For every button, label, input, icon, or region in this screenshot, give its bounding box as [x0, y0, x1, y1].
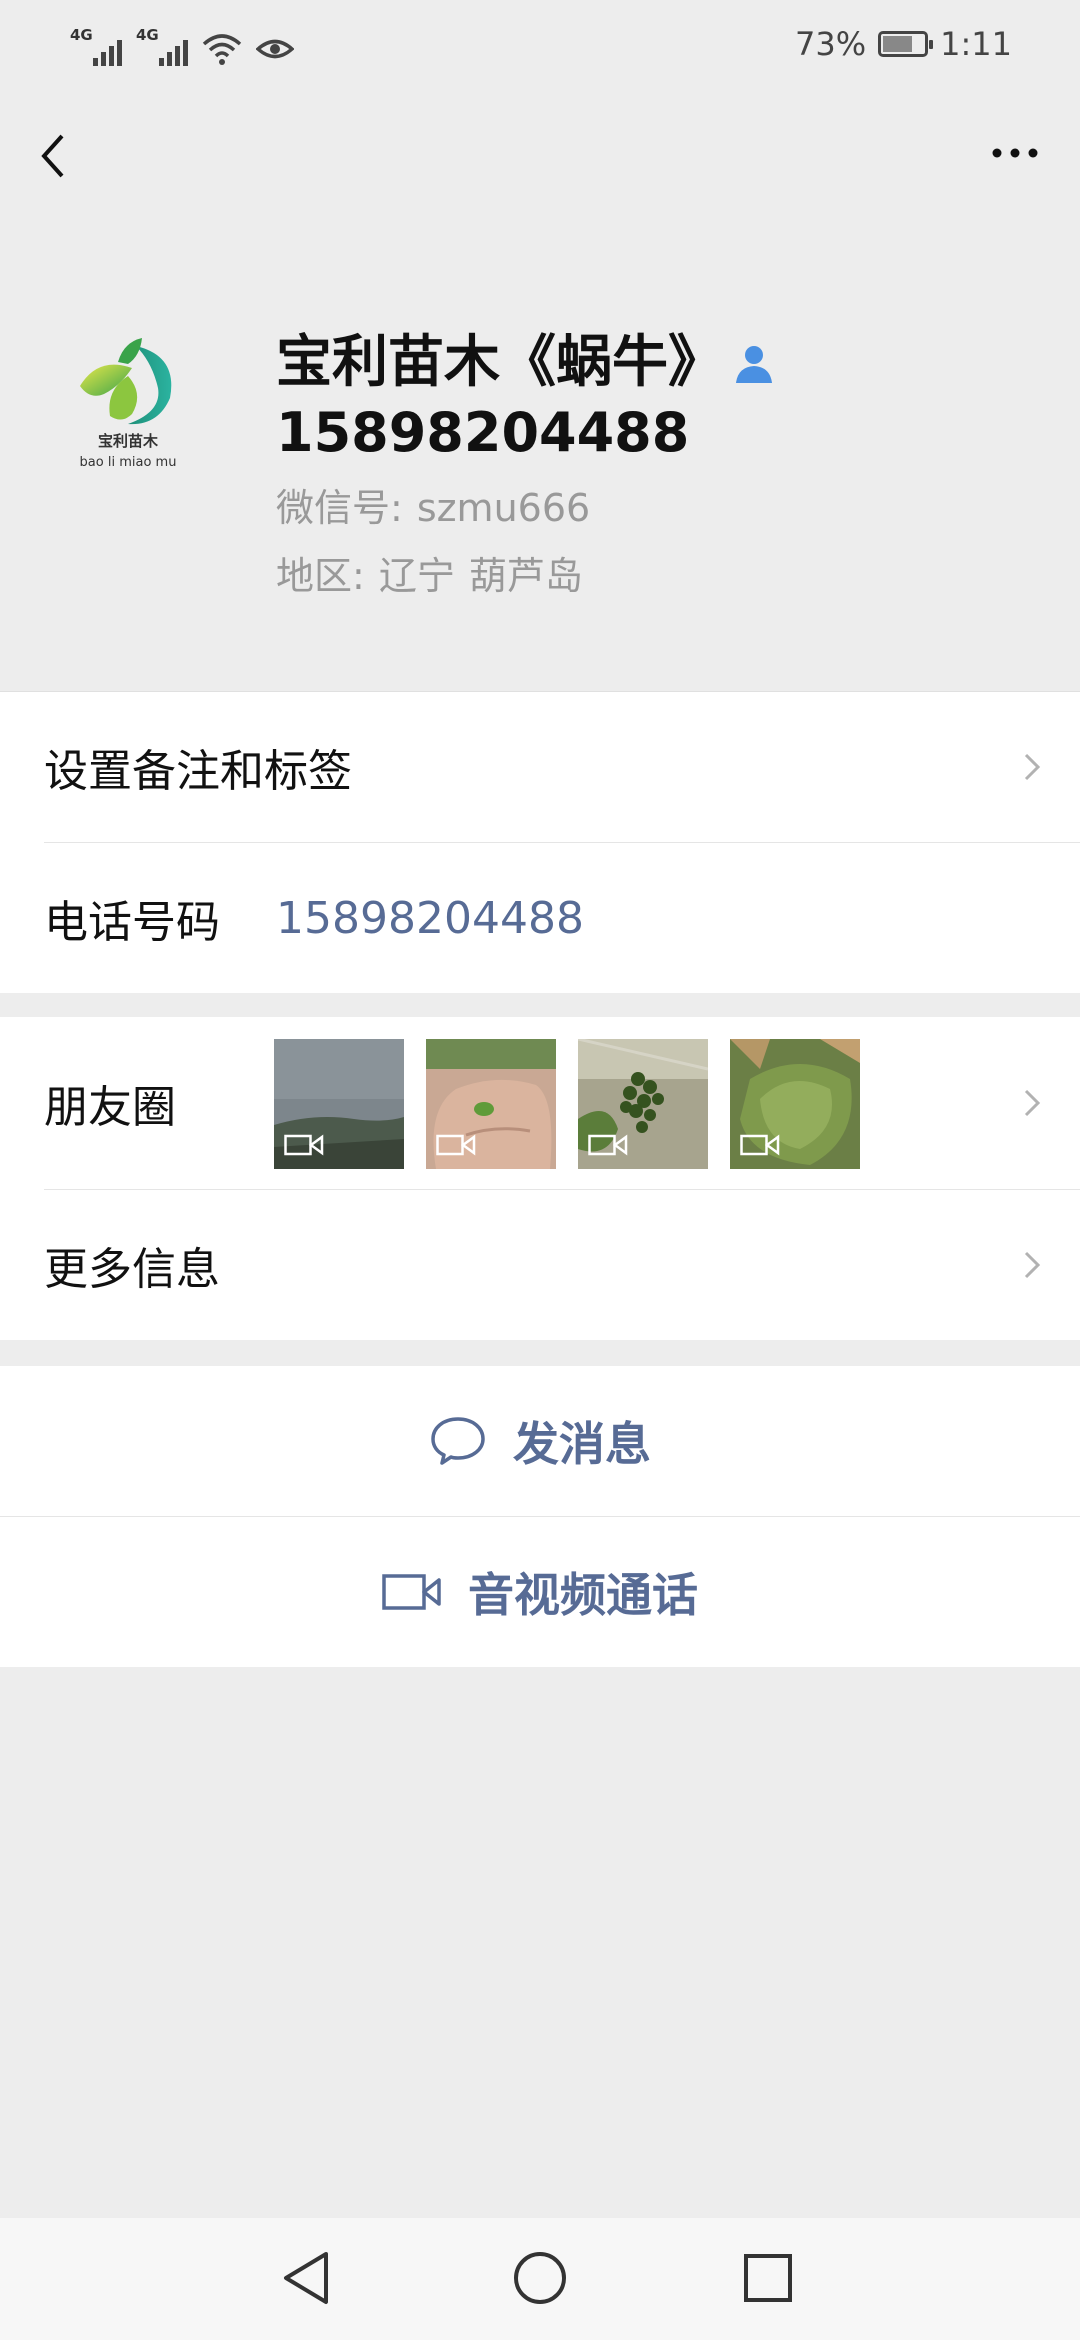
circle-home-icon — [514, 2252, 566, 2304]
contact-name-text: 宝利苗木《蜗牛》 — [276, 330, 724, 395]
cell-signal-2-icon: 4G — [136, 26, 188, 66]
system-recents-button[interactable] — [728, 2238, 808, 2318]
square-recents-icon — [744, 2254, 792, 2302]
moments-row[interactable]: 朋友圈 — [0, 1017, 1080, 1189]
video-icon — [740, 1134, 780, 1156]
brand-logo: 宝利苗木 bao li miao mu — [80, 338, 177, 470]
moments-thumbnails — [274, 1039, 860, 1169]
person-icon — [736, 346, 772, 383]
network-type-label: 4G — [136, 26, 159, 44]
video-icon — [284, 1134, 324, 1156]
battery-percent: 73% — [795, 25, 867, 63]
video-icon — [436, 1134, 476, 1156]
system-nav-bar — [0, 2218, 1080, 2340]
region-label: 地区: — [276, 554, 365, 598]
cell-signal-1-icon: 4G — [70, 26, 122, 66]
profile-info: 宝利苗木《蜗牛》 15898204488 微信号: szmu666 地区: 辽宁 葫芦… — [276, 328, 1050, 610]
phone-label: 电话号码 — [44, 897, 220, 948]
video-call-label: 音视频通话 — [468, 1568, 698, 1622]
network-type-label: 4G — [70, 26, 93, 44]
phone-row: 电话号码 15898204488 — [0, 843, 1080, 993]
status-icons-right: 73% 1:11 — [795, 20, 1012, 68]
moment-thumbnail[interactable] — [730, 1039, 860, 1169]
status-icons-left: 4G 4G — [70, 22, 294, 66]
contact-name-number: 15898204488 — [276, 401, 690, 464]
logo-text-en: bao li miao mu — [80, 455, 177, 470]
nav-bar — [0, 88, 1080, 218]
region-province: 辽宁 — [378, 554, 455, 598]
more-info-label: 更多信息 — [44, 1244, 220, 1295]
avatar[interactable]: 宝利苗木 bao li miao mu — [58, 328, 198, 478]
more-info-row[interactable]: 更多信息 — [0, 1190, 1080, 1340]
system-back-button[interactable] — [268, 2238, 348, 2318]
system-home-button[interactable] — [500, 2238, 580, 2318]
wechat-id-line: 微信号: szmu666 — [276, 474, 1050, 542]
region-city: 葫芦岛 — [468, 554, 583, 598]
remark-tags-row[interactable]: 设置备注和标签 — [0, 692, 1080, 842]
more-options-button[interactable] — [970, 118, 1060, 188]
video-icon — [588, 1134, 628, 1156]
triangle-back-icon — [284, 2252, 328, 2304]
moments-card: 朋友圈 更多信息 — [0, 1017, 1080, 1340]
video-call-button[interactable]: 音视频通话 — [0, 1517, 1080, 1667]
chevron-right-icon — [1024, 753, 1041, 781]
chat-bubble-icon — [431, 1417, 485, 1465]
send-message-label: 发消息 — [513, 1417, 651, 1471]
battery-icon — [878, 31, 934, 57]
wifi-icon — [202, 34, 242, 65]
contact-details-card: 设置备注和标签 电话号码 15898204488 — [0, 691, 1080, 993]
status-bar: 4G 4G 73% 1:11 — [0, 0, 1080, 88]
region-line: 地区: 辽宁 葫芦岛 — [276, 542, 1050, 610]
profile-header: 宝利苗木 bao li miao mu 宝利苗木《蜗牛》 15898204488… — [0, 218, 1080, 691]
wechat-id-value: szmu666 — [416, 486, 591, 530]
back-button[interactable] — [30, 118, 90, 188]
wechat-id-label: 微信号: — [276, 486, 403, 530]
contact-name: 宝利苗木《蜗牛》 — [276, 328, 1050, 398]
remark-tags-label: 设置备注和标签 — [44, 746, 352, 797]
moment-thumbnail[interactable] — [274, 1039, 404, 1169]
moment-thumbnail[interactable] — [578, 1039, 708, 1169]
video-camera-icon — [382, 1574, 441, 1610]
chevron-right-icon — [1024, 1089, 1041, 1117]
phone-number-link[interactable]: 15898204488 — [276, 893, 584, 944]
eye-icon — [256, 39, 294, 59]
back-arrow-icon — [41, 134, 64, 178]
moments-label: 朋友圈 — [44, 1082, 176, 1133]
clock: 1:11 — [940, 25, 1012, 63]
moment-thumbnail[interactable] — [426, 1039, 556, 1169]
send-message-button[interactable]: 发消息 — [0, 1366, 1080, 1516]
more-dots-icon — [992, 148, 1038, 158]
chevron-right-icon — [1024, 1251, 1041, 1279]
logo-text-cn: 宝利苗木 — [98, 432, 159, 450]
